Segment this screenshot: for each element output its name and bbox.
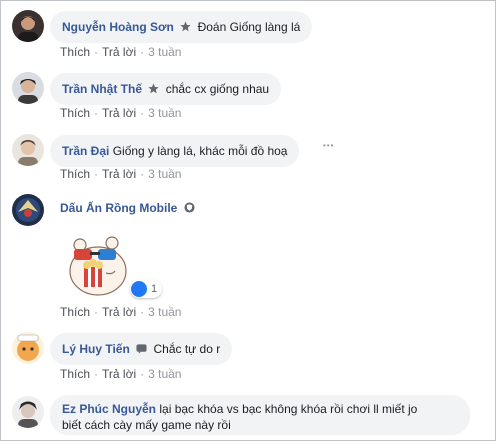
- avatar[interactable]: [12, 396, 44, 428]
- like-link[interactable]: Thích: [60, 106, 90, 120]
- comment-author[interactable]: Trần Nhật Thế: [62, 82, 142, 96]
- like-link[interactable]: Thích: [60, 45, 90, 59]
- comment-bubble: Nguyễn Hoàng Sơn Đoán Giống làng lá: [50, 11, 313, 43]
- reaction-count[interactable]: 1: [130, 280, 163, 298]
- sticker-image[interactable]: [60, 223, 136, 299]
- comment-timestamp[interactable]: 3 tuần: [148, 45, 181, 59]
- star-icon: [148, 83, 159, 94]
- avatar[interactable]: [12, 72, 44, 104]
- like-link[interactable]: Thích: [60, 167, 90, 181]
- comment-bubble: Ez Phúc Nguyễn lại bạc khóa vs bạc không…: [50, 395, 470, 435]
- chat-icon: [136, 344, 147, 354]
- comment-text-line: lại bạc khóa vs bạc không khóa rồi chơi …: [159, 402, 418, 416]
- like-link[interactable]: Thích: [60, 367, 90, 381]
- comment-bubble: Lý Huy Tiến Chắc tự do r: [50, 333, 233, 365]
- comment-text: Đoán Giống làng lá: [197, 20, 301, 34]
- like-icon: [131, 281, 147, 297]
- comment-actions: Thích · Trả lời · 3 tuần: [60, 367, 182, 381]
- comment-bubble: Trần Đại Giống y làng lá, khác mỗi đồ ho…: [50, 135, 300, 167]
- avatar[interactable]: [12, 194, 44, 226]
- shield-icon: [184, 202, 195, 213]
- reply-link[interactable]: Trả lời: [102, 167, 136, 181]
- like-link[interactable]: Thích: [60, 305, 90, 319]
- more-options-icon[interactable]: •••: [323, 141, 334, 150]
- comment-actions: Thích · Trả lời · 3 tuần: [60, 106, 182, 120]
- comment-author[interactable]: Ez Phúc Nguyễn: [62, 402, 156, 416]
- comment-author[interactable]: Nguyễn Hoàng Sơn: [62, 20, 174, 34]
- comment-author[interactable]: Lý Huy Tiến: [62, 342, 130, 356]
- comment-actions: Thích · Trả lời · 3 tuần: [60, 167, 182, 181]
- comment-timestamp[interactable]: 3 tuần: [148, 305, 181, 319]
- reply-link[interactable]: Trả lời: [102, 45, 136, 59]
- comment-timestamp[interactable]: 3 tuần: [148, 106, 181, 120]
- reaction-count-text: 1: [151, 283, 158, 295]
- avatar[interactable]: [12, 332, 44, 364]
- star-icon: [180, 21, 191, 32]
- comment-text-line: biết cách cày mấy game này rồi: [62, 418, 231, 432]
- comment-text: Giống y làng lá, khác mỗi đồ hoạ: [112, 144, 288, 158]
- avatar[interactable]: [12, 10, 44, 42]
- comment-bubble: Trần Nhật Thế chắc cx giống nhau: [50, 73, 282, 105]
- comment-timestamp[interactable]: 3 tuần: [148, 167, 181, 181]
- comment-text: chắc cx giống nhau: [165, 82, 270, 96]
- comment-header: Dấu Ấn Rồng Mobile: [60, 201, 198, 215]
- avatar[interactable]: [12, 134, 44, 166]
- comment-timestamp[interactable]: 3 tuần: [148, 367, 181, 381]
- comment-author[interactable]: Dấu Ấn Rồng Mobile: [60, 201, 177, 215]
- comment-actions: Thích · Trả lời · 3 tuần: [60, 45, 182, 59]
- reply-link[interactable]: Trả lời: [102, 106, 136, 120]
- comment-author[interactable]: Trần Đại: [62, 144, 109, 158]
- comment-actions: Thích · Trả lời · 3 tuần: [60, 305, 182, 319]
- reply-link[interactable]: Trả lời: [102, 367, 136, 381]
- reply-link[interactable]: Trả lời: [102, 305, 136, 319]
- comment-text: Chắc tự do r: [153, 342, 221, 356]
- comment-thread: Nguyễn Hoàng Sơn Đoán Giống làng lá Thíc…: [0, 0, 496, 441]
